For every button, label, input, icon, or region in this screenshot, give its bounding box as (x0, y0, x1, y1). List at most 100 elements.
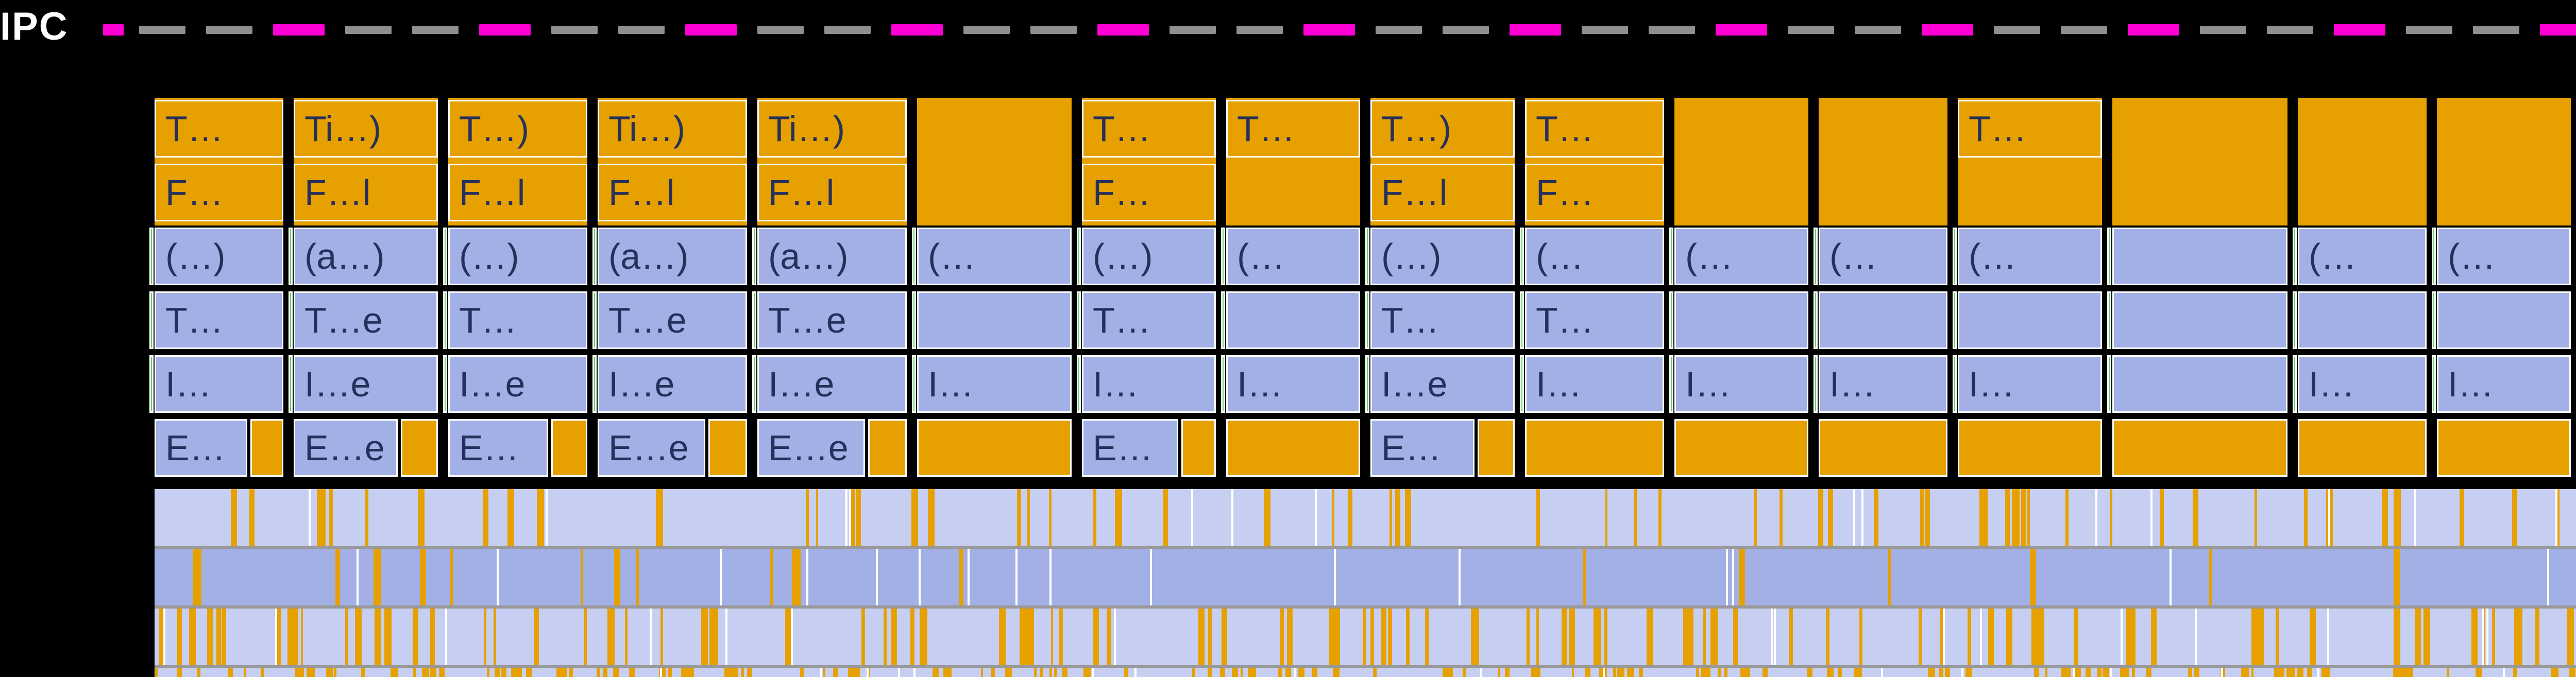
dense-samples-row[interactable] (155, 609, 2576, 665)
frame-task[interactable] (1226, 291, 1360, 349)
frame-anon[interactable]: (…) (448, 228, 587, 285)
frame-exec-tail[interactable] (1181, 419, 1216, 477)
frame-idle[interactable]: I… (2437, 355, 2571, 413)
frame-title[interactable]: Ti…) (757, 100, 907, 158)
ipc-marker-active[interactable] (2334, 24, 2385, 36)
frame-exec[interactable]: E… (1370, 419, 1475, 477)
frame-idle[interactable]: I…e (448, 355, 587, 413)
ipc-marker-idle[interactable] (2267, 26, 2313, 34)
frame-title[interactable]: T…) (448, 100, 587, 158)
frame-idle[interactable]: I… (2298, 355, 2427, 413)
frame-anon[interactable]: (… (2437, 228, 2571, 285)
ipc-marker-active[interactable] (1510, 24, 1561, 36)
frame-idle[interactable]: I… (1674, 355, 1808, 413)
frame-exec-tail[interactable] (401, 419, 438, 477)
dense-samples-row[interactable] (155, 549, 2576, 605)
frame-exec-tail[interactable] (1478, 419, 1515, 477)
ipc-marker-idle[interactable] (1443, 26, 1489, 34)
frame-title[interactable]: T… (1082, 100, 1216, 158)
frame-task[interactable] (2298, 291, 2427, 349)
frame-title[interactable]: T… (155, 100, 283, 158)
frame-task[interactable]: T… (448, 291, 587, 349)
frame-exec-tail[interactable] (868, 419, 907, 477)
frame-idle[interactable]: I…e (757, 355, 907, 413)
ipc-marker-idle[interactable] (1994, 26, 2040, 34)
ipc-marker-active[interactable] (891, 24, 943, 36)
frame-anon[interactable]: (a…) (598, 228, 747, 285)
frame-exec-tail[interactable] (250, 419, 283, 477)
ipc-marker-idle[interactable] (2473, 26, 2519, 34)
ipc-marker-idle[interactable] (2406, 26, 2452, 34)
ipc-marker-idle[interactable] (345, 26, 392, 34)
frame-task[interactable] (2112, 291, 2287, 349)
frame-anon[interactable] (2112, 228, 2287, 285)
frame-exec[interactable]: E…e (294, 419, 398, 477)
flame-graph[interactable]: T…Ti…)T…)Ti…)Ti…)T…T…T…)T…T…T…)F…F…lF…lF… (155, 98, 2576, 677)
frame-func[interactable]: F… (1525, 164, 1664, 221)
ipc-marker-idle[interactable] (139, 26, 185, 34)
frame-title[interactable]: T…) (1370, 100, 1515, 158)
ipc-marker-active[interactable] (273, 24, 325, 36)
ipc-marker-active[interactable] (1922, 24, 1973, 36)
frame-exec-tail[interactable] (708, 419, 747, 477)
frame-title[interactable]: Ti…) (294, 100, 438, 158)
frame-title[interactable]: Ti…) (598, 100, 747, 158)
ipc-marker-idle[interactable] (1030, 26, 1077, 34)
frame-idle[interactable]: I… (1819, 355, 1947, 413)
frame-exec[interactable]: E…e (757, 419, 865, 477)
frame-task[interactable] (917, 291, 1072, 349)
frame-title[interactable]: T… (1958, 100, 2102, 158)
frame-idle-gap[interactable] (2298, 419, 2427, 477)
frame-anon[interactable]: (… (1226, 228, 1360, 285)
ipc-marker-active[interactable] (685, 24, 737, 36)
frame-func[interactable]: F…l (294, 164, 438, 221)
frame-exec[interactable]: E… (155, 419, 247, 477)
frame-task[interactable]: T…e (598, 291, 747, 349)
frame-anon[interactable]: (… (2298, 228, 2427, 285)
frame-task[interactable]: T… (1370, 291, 1515, 349)
ipc-marker-idle[interactable] (412, 26, 459, 34)
ipc-marker-idle[interactable] (1788, 26, 1834, 34)
frame-anon[interactable]: (… (917, 228, 1072, 285)
frame-anon[interactable]: (…) (155, 228, 283, 285)
frame-idle-gap[interactable] (2112, 419, 2287, 477)
frame-idle[interactable] (2112, 355, 2287, 413)
ipc-marker-idle[interactable] (824, 26, 871, 34)
ipc-marker-idle[interactable] (1649, 26, 1695, 34)
ipc-marker-idle[interactable] (1170, 26, 1216, 34)
ipc-marker-active[interactable] (2128, 24, 2179, 36)
track-label-ipc[interactable]: IPC (0, 4, 69, 49)
frame-idle-gap[interactable] (1525, 419, 1664, 477)
frame-idle-gap[interactable] (2437, 419, 2571, 477)
ipc-marker-idle[interactable] (757, 26, 804, 34)
frame-exec[interactable]: E… (448, 419, 548, 477)
frame-task[interactable] (1958, 291, 2102, 349)
frame-exec-tail[interactable] (551, 419, 587, 477)
frame-task[interactable]: T… (155, 291, 283, 349)
frame-idle[interactable]: I… (155, 355, 283, 413)
frame-idle[interactable]: I…e (294, 355, 438, 413)
ipc-marker-idle[interactable] (1855, 26, 1901, 34)
frame-func[interactable]: F…l (757, 164, 907, 221)
ipc-marker-active[interactable] (1303, 24, 1355, 36)
frame-title[interactable]: T… (1525, 100, 1664, 158)
dense-samples-row[interactable] (155, 668, 2576, 677)
frame-task[interactable] (2437, 291, 2571, 349)
frame-idle[interactable]: I… (1525, 355, 1664, 413)
ipc-marker-active[interactable] (1097, 24, 1149, 36)
frame-func[interactable]: F…l (1370, 164, 1515, 221)
frame-anon[interactable]: (… (1674, 228, 1808, 285)
frame-idle-gap[interactable] (1674, 419, 1808, 477)
frame-anon[interactable]: (a…) (757, 228, 907, 285)
frame-idle-gap[interactable] (1958, 419, 2102, 477)
ipc-marker-idle[interactable] (618, 26, 665, 34)
frame-task[interactable]: T… (1525, 291, 1664, 349)
ipc-marker-idle[interactable] (206, 26, 252, 34)
frame-anon[interactable]: (… (1958, 228, 2102, 285)
ipc-marker-active[interactable] (2540, 24, 2576, 36)
ipc-marker-idle[interactable] (1236, 26, 1283, 34)
frame-idle[interactable]: I… (1958, 355, 2102, 413)
frame-task[interactable] (1819, 291, 1947, 349)
frame-task[interactable] (1674, 291, 1808, 349)
frame-idle[interactable]: I… (1226, 355, 1360, 413)
